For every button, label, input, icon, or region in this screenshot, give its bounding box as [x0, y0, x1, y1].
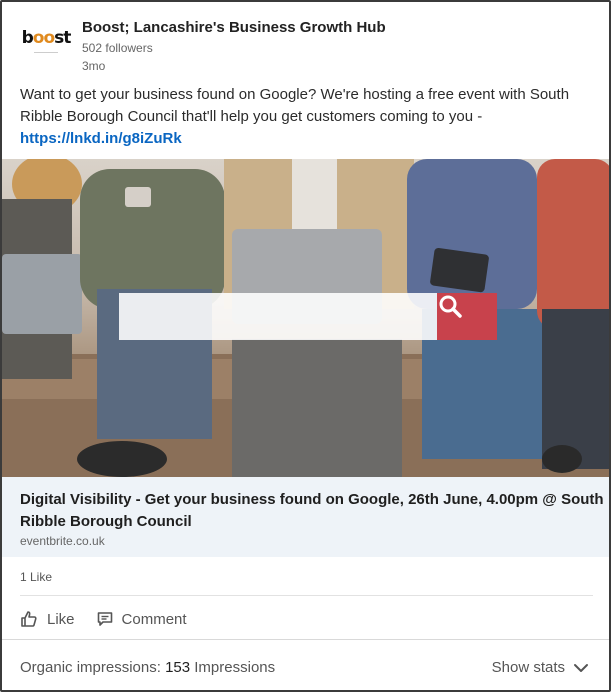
- comment-icon: [97, 612, 112, 626]
- post-text: Want to get your business found on Googl…: [20, 86, 570, 125]
- company-name[interactable]: Boost; Lancashire's Business Growth Hub: [82, 19, 386, 36]
- search-button-graphic: [437, 293, 497, 340]
- show-stats-button[interactable]: Show stats: [492, 659, 589, 676]
- search-bar-graphic: [119, 293, 437, 340]
- like-button[interactable]: Like: [20, 610, 75, 628]
- search-icon: [439, 295, 462, 318]
- logo-wordmark: boost: [21, 28, 72, 48]
- impressions-count: 153: [165, 659, 191, 676]
- impressions-summary: Organic impressions: 153 Impressions: [20, 659, 275, 676]
- impressions-label: Organic impressions:: [20, 659, 161, 676]
- post-card: boost —————— Boost; Lancashire's Busines…: [0, 0, 611, 692]
- thumbs-up-icon: [21, 611, 37, 627]
- post-header: boost —————— Boost; Lancashire's Busines…: [2, 2, 609, 82]
- logo-tagline: ——————: [34, 49, 58, 54]
- chevron-down-icon: [574, 663, 588, 672]
- link-preview-image[interactable]: [2, 159, 609, 477]
- post-age: 3mo: [82, 59, 106, 73]
- company-logo[interactable]: boost ——————: [20, 22, 72, 62]
- link-preview-meta[interactable]: Digital Visibility - Get your business f…: [2, 477, 609, 557]
- divider: [20, 595, 593, 596]
- show-stats-label: Show stats: [491, 659, 565, 676]
- link-preview-domain: eventbrite.co.uk: [20, 534, 105, 548]
- post-link[interactable]: https://lnkd.in/g8iZuRk: [20, 128, 600, 150]
- post-actions: Like Comment: [20, 606, 209, 632]
- comment-button[interactable]: Comment: [97, 611, 187, 628]
- comment-label: Comment: [121, 610, 187, 628]
- link-preview-title[interactable]: Digital Visibility - Get your business f…: [20, 489, 605, 533]
- follower-count: 502 followers: [82, 41, 153, 55]
- divider: [2, 639, 609, 640]
- post-body: Want to get your business found on Googl…: [20, 84, 600, 150]
- like-count[interactable]: 1 Like: [20, 570, 52, 584]
- like-label: Like: [47, 610, 75, 628]
- impressions-unit: Impressions: [194, 659, 276, 676]
